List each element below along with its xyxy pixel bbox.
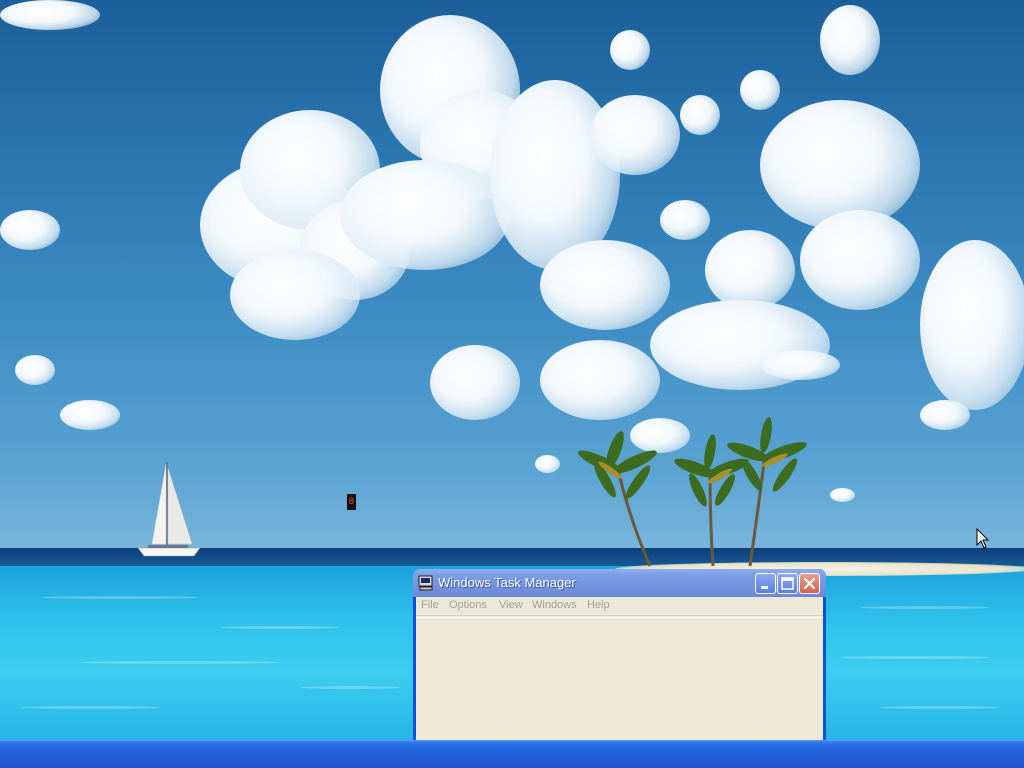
desktop-marker: 0 xyxy=(347,494,356,510)
close-icon xyxy=(803,577,816,590)
desktop[interactable]: 0 Windows Task Manager File Options View… xyxy=(0,0,1024,768)
menu-bar: File Options View Windows Help xyxy=(416,597,823,616)
maximize-button[interactable] xyxy=(777,573,798,594)
window-title-bar[interactable]: Windows Task Manager xyxy=(413,569,826,597)
menu-options[interactable]: Options xyxy=(449,599,487,611)
menu-file[interactable]: File xyxy=(421,599,439,611)
minimize-icon xyxy=(761,586,768,589)
menu-view[interactable]: View xyxy=(499,599,523,611)
window-client-area: File Options View Windows Help xyxy=(416,597,823,740)
menu-help[interactable]: Help xyxy=(587,599,610,611)
maximize-icon xyxy=(781,577,794,590)
sailboat-image xyxy=(137,462,201,557)
palm-trees-image xyxy=(578,417,807,567)
task-manager-content xyxy=(416,617,823,741)
menu-windows[interactable]: Windows xyxy=(532,599,577,611)
taskbar[interactable] xyxy=(0,740,1024,768)
close-button[interactable] xyxy=(799,573,820,594)
window-title: Windows Task Manager xyxy=(438,575,576,590)
task-manager-window[interactable]: Windows Task Manager File Options View W… xyxy=(413,569,826,740)
minimize-button[interactable] xyxy=(755,573,776,594)
mouse-cursor-icon xyxy=(976,528,990,549)
computer-icon xyxy=(418,575,433,591)
